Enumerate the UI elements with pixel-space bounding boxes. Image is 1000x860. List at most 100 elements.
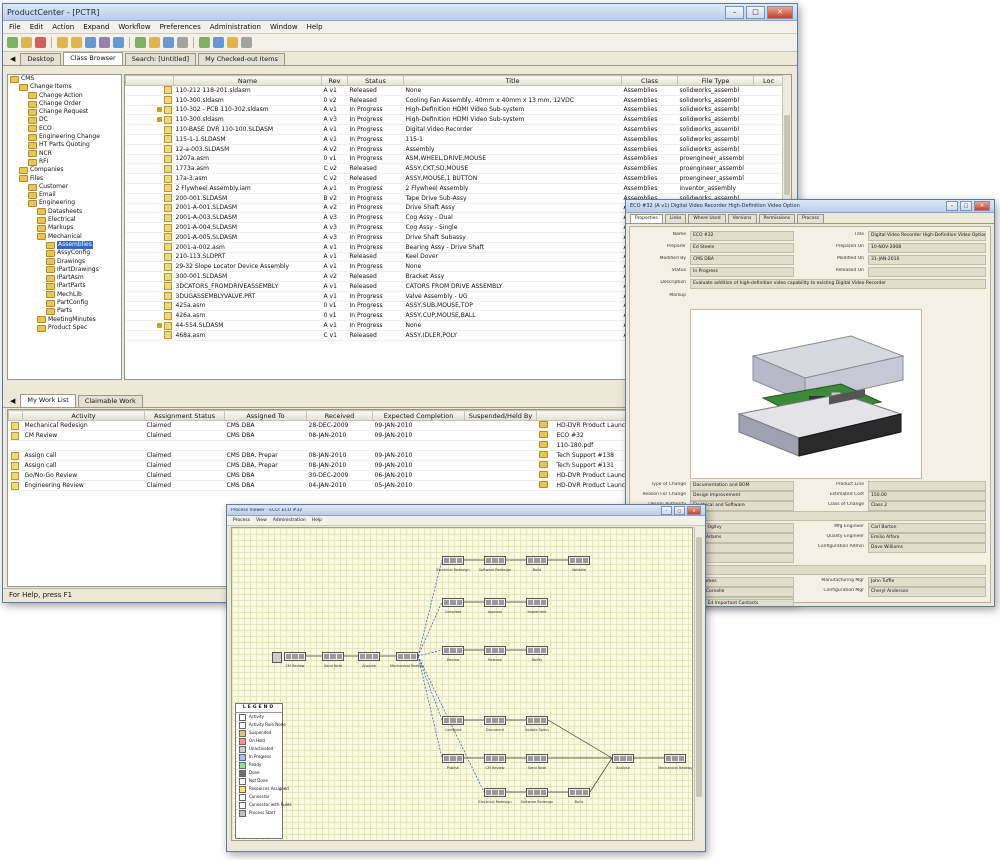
eco-tab-properties[interactable]: Properties: [630, 214, 663, 223]
field-class-of-change[interactable]: Class 2: [868, 501, 986, 511]
pv-minimize-button[interactable]: –: [661, 505, 672, 515]
process-node[interactable]: [526, 556, 548, 565]
tree-item[interactable]: Email: [8, 191, 121, 199]
field-product-line[interactable]: [868, 481, 986, 491]
tree-item[interactable]: Product Spec: [8, 324, 121, 332]
toolbar-button-icon[interactable]: [7, 37, 18, 48]
field-mfg-engineer[interactable]: Carl Barton: [868, 523, 986, 533]
process-node[interactable]: [396, 652, 418, 661]
eco-close-button[interactable]: ✕: [974, 201, 990, 211]
process-node[interactable]: [284, 652, 306, 661]
menu-administration[interactable]: Administration: [210, 23, 261, 31]
eco-tab-permissions[interactable]: Permissions: [758, 214, 796, 223]
menu-help[interactable]: Help: [307, 23, 323, 31]
column-header-suspended-held-by[interactable]: Suspended/Held By: [464, 410, 537, 421]
tree-item[interactable]: AssyConfig: [8, 249, 121, 257]
process-node[interactable]: [484, 598, 506, 607]
tree-item[interactable]: HT Parts Quoting: [8, 141, 121, 150]
tree-item[interactable]: Customer: [8, 183, 121, 191]
field-prepared-on[interactable]: 10-NOV-2008: [868, 243, 986, 253]
tree-item[interactable]: Electrical: [8, 216, 121, 224]
tree-item[interactable]: IPartDrawings: [8, 266, 121, 274]
tab-desktop[interactable]: Desktop: [20, 53, 62, 65]
tree-item[interactable]: Mechanical: [8, 233, 121, 241]
field-type-of-change[interactable]: Documentation and BOM: [690, 481, 794, 491]
toolbar-button-icon[interactable]: [21, 37, 32, 48]
pv-vscrollbar[interactable]: [694, 527, 703, 841]
tab-my-work-list[interactable]: My Work List: [20, 394, 76, 407]
tree-item[interactable]: DC: [8, 116, 121, 125]
process-node[interactable]: [484, 788, 506, 797]
column-header-rev[interactable]: Rev: [321, 75, 348, 86]
class-tree[interactable]: CMS Change Items Change Action Change Order…: [7, 74, 122, 380]
process-node[interactable]: [612, 754, 634, 763]
menu-action[interactable]: Action: [52, 23, 74, 31]
toolbar-button-icon[interactable]: [199, 37, 210, 48]
toolbar-button-icon[interactable]: [227, 37, 238, 48]
column-header-status[interactable]: Status: [347, 75, 404, 86]
process-node[interactable]: [442, 754, 464, 763]
tab-claimable-work[interactable]: Claimable Work: [77, 395, 143, 407]
toolbar-button-icon[interactable]: [177, 37, 188, 48]
pv-vscroll-thumb[interactable]: [696, 537, 702, 797]
process-node[interactable]: [484, 646, 506, 655]
tree-item[interactable]: NCR: [8, 150, 121, 158]
table-row[interactable]: 2 Flywheel Assembly.iam A v1 In Progress 2 …: [125, 183, 784, 194]
table-row[interactable]: 17a-3.asm C v2 Released ASSY,MOUSE,1 BUTTON…: [125, 173, 784, 184]
process-node[interactable]: [442, 716, 464, 725]
worklist-tab-scroll-icon[interactable]: ◀: [7, 395, 18, 407]
eco-tab-links[interactable]: Links: [664, 214, 687, 223]
field-released-on[interactable]: [868, 267, 986, 277]
menu-window[interactable]: Window: [270, 23, 298, 31]
column-header-assigned-to[interactable]: Assigned To: [224, 410, 307, 421]
toolbar-button-icon[interactable]: [35, 37, 46, 48]
table-row[interactable]: 110-300.sldasm A v3 In Progress High-Defini…: [125, 114, 784, 126]
table-row[interactable]: 1773a.asm C v2 Released ASSY,CKT,SD,MOUSE As…: [125, 163, 784, 175]
tree-item[interactable]: Companies: [8, 166, 121, 174]
tree-item[interactable]: Change Order: [8, 100, 121, 108]
process-node[interactable]: [526, 646, 548, 655]
eco-tab-versions[interactable]: Versions: [727, 214, 757, 223]
tab-scroll-left-icon[interactable]: ◀: [7, 53, 18, 65]
pv-menu-process[interactable]: Process: [233, 518, 250, 523]
table-row[interactable]: 110-212 118-201.sldasm A v1 Released None As…: [125, 85, 784, 96]
column-header-title[interactable]: Title: [403, 75, 622, 86]
field-status[interactable]: In Progress: [690, 267, 794, 277]
eco-minimize-button[interactable]: –: [946, 201, 958, 211]
process-node[interactable]: [526, 788, 548, 797]
column-header-loc[interactable]: Loc: [753, 75, 784, 86]
eco-tab-where-used[interactable]: Where Used: [688, 214, 726, 223]
tab-class-browser[interactable]: Class Browser: [63, 52, 123, 65]
toolbar-button-icon[interactable]: [163, 37, 174, 48]
process-node[interactable]: [484, 754, 506, 763]
tree-item[interactable]: IPartAsm: [8, 274, 121, 282]
table-row[interactable]: 1207a.asm 0 v1 In Progress ASM,WHEEL,DRIVE,…: [125, 154, 784, 165]
menu-expand[interactable]: Expand: [83, 23, 109, 31]
tree-item[interactable]: Parts: [8, 307, 121, 315]
process-node[interactable]: [442, 556, 464, 565]
tree-item[interactable]: Markups: [8, 224, 121, 232]
process-node[interactable]: [526, 598, 548, 607]
process-node[interactable]: [664, 754, 686, 763]
tree-item[interactable]: PartConfig: [8, 299, 121, 307]
tab-search-untitled-[interactable]: Search: [Untitled]: [124, 53, 197, 65]
menu-edit[interactable]: Edit: [30, 23, 44, 31]
tree-item[interactable]: Assemblies: [8, 240, 121, 250]
table-row[interactable]: 110-BASE DVR 110-100.SLDASM A v1 In Progre…: [125, 124, 784, 135]
tree-item[interactable]: Drawings: [8, 258, 121, 266]
pv-menu-help[interactable]: Help: [312, 518, 322, 523]
pv-menu-view[interactable]: View: [256, 518, 267, 523]
field-manufacturing-mgr[interactable]: John Tuffle: [868, 577, 986, 587]
field-title[interactable]: Digital Video Recorder High-Definition V…: [868, 231, 986, 241]
tree-item[interactable]: CMS: [8, 75, 121, 83]
tree-item[interactable]: MechLib: [8, 291, 121, 299]
column-header-assignment-status[interactable]: Assignment Status: [144, 410, 225, 421]
process-node[interactable]: [568, 556, 590, 565]
table-row[interactable]: 12-a-003.SLDASM A v2 In Progress Assembly As…: [125, 144, 784, 155]
process-node[interactable]: [484, 556, 506, 565]
tree-item[interactable]: Files: [8, 175, 121, 183]
menu-file[interactable]: File: [9, 23, 21, 31]
field-estimated-cost[interactable]: 150.00: [868, 491, 986, 501]
eco-maximize-button[interactable]: □: [960, 201, 972, 211]
toolbar-button-icon[interactable]: [135, 37, 146, 48]
